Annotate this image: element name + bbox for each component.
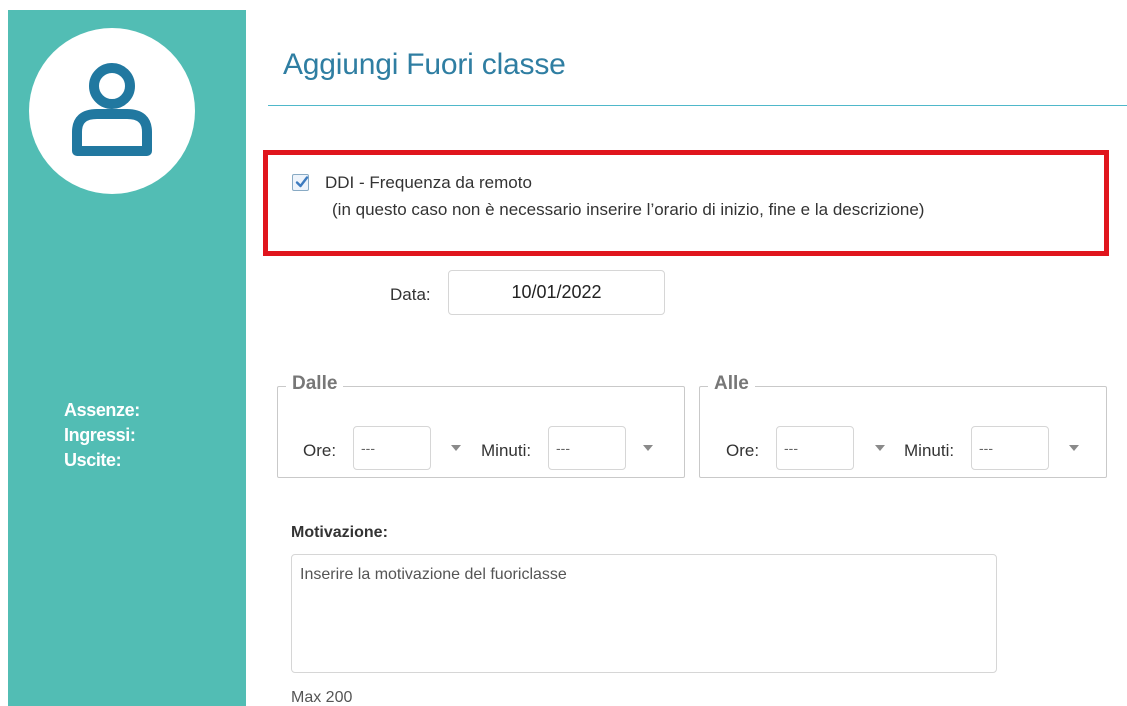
title-divider <box>268 105 1127 106</box>
stat-ingressi-label: Ingressi: <box>64 425 136 445</box>
page-title: Aggiungi Fuori classe <box>283 48 566 81</box>
motivazione-label: Motivazione: <box>291 524 388 541</box>
avatar <box>29 28 195 194</box>
alle-ore-select[interactable]: --- <box>776 426 854 470</box>
sidebar: Assenze: Ingressi: Uscite: <box>8 10 246 706</box>
ddi-checkbox[interactable] <box>292 174 309 191</box>
stat-assenze-label: Assenze: <box>64 400 140 420</box>
stat-uscite-label: Uscite: <box>64 450 122 470</box>
date-label: Data: <box>390 285 431 304</box>
dalle-ore-label: Ore: <box>303 441 337 460</box>
stats-list: Assenze: Ingressi: Uscite: <box>64 398 140 473</box>
dalle-ore-select[interactable]: --- <box>353 426 431 470</box>
alle-legend: Alle <box>708 373 755 395</box>
check-icon <box>295 176 309 188</box>
dalle-ore-chevron-down-icon[interactable] <box>451 445 461 451</box>
alle-ore-chevron-down-icon[interactable] <box>875 445 885 451</box>
ddi-note: (in questo caso non è necessario inserir… <box>332 200 925 219</box>
dalle-minuti-select[interactable]: --- <box>548 426 626 470</box>
alle-ore-label: Ore: <box>726 441 760 460</box>
alle-minuti-chevron-down-icon[interactable] <box>1069 445 1079 451</box>
user-icon <box>72 63 152 156</box>
dalle-legend: Dalle <box>286 373 344 395</box>
motivazione-textarea[interactable] <box>291 554 997 673</box>
max-length-hint: Max 200 <box>291 689 353 706</box>
dalle-minuti-chevron-down-icon[interactable] <box>643 445 653 451</box>
ddi-label[interactable]: DDI - Frequenza da remoto <box>325 173 532 193</box>
dalle-minuti-label: Minuti: <box>481 441 532 460</box>
alle-minuti-label: Minuti: <box>904 441 955 460</box>
date-input[interactable]: 10/01/2022 <box>448 270 665 315</box>
alle-minuti-select[interactable]: --- <box>971 426 1049 470</box>
